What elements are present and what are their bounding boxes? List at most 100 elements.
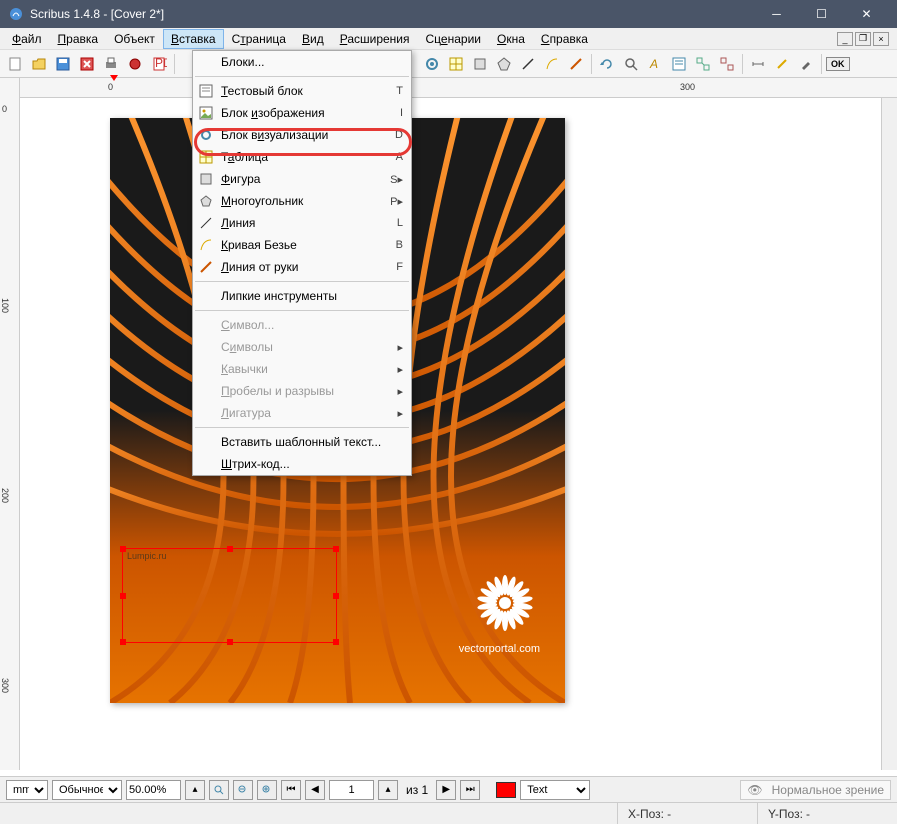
print-icon[interactable]: [100, 53, 122, 75]
horizontal-ruler[interactable]: 0 100 300: [20, 78, 897, 98]
vertical-ruler[interactable]: 0 100 200 300: [0, 78, 20, 770]
menu-object[interactable]: Объект: [106, 29, 163, 49]
menu-item-text-block[interactable]: Тестовый блокT: [193, 80, 411, 102]
table-icon: [197, 148, 215, 166]
image-block-icon: [197, 104, 215, 122]
zoom-in-icon[interactable]: [257, 780, 277, 800]
save-icon[interactable]: [52, 53, 74, 75]
menu-page[interactable]: Страница: [224, 29, 294, 49]
vision-mode-label: Нормальное зрение: [772, 783, 884, 797]
menu-item-freehand[interactable]: Линия от рукиF: [193, 256, 411, 278]
zoom-out-icon[interactable]: [233, 780, 253, 800]
svg-text:A: A: [649, 57, 658, 71]
menu-item-blocks[interactable]: Блоки...: [193, 51, 411, 73]
layer-selector[interactable]: Text: [520, 780, 590, 800]
zoom-icon[interactable]: [620, 53, 642, 75]
menu-file[interactable]: Файл: [4, 29, 50, 49]
menu-view[interactable]: Вид: [294, 29, 332, 49]
status-toolbar: mm Обычное ▴ ⏮ ◀ ▴ из 1 ▶ ⏭ Text 👁 Норма…: [0, 776, 897, 802]
menu-item-render-block[interactable]: Блок визуализацииD: [193, 124, 411, 146]
menu-item-table[interactable]: ТаблицаA: [193, 146, 411, 168]
menu-item-symbols: Символы▸: [193, 336, 411, 358]
close-doc-icon[interactable]: [76, 53, 98, 75]
workspace: 0 100 200 300 0 100 300: [0, 78, 897, 770]
menu-windows[interactable]: Окна: [489, 29, 533, 49]
menu-item-image-block[interactable]: Блок изображенияI: [193, 102, 411, 124]
zoom-to-1-icon[interactable]: [209, 780, 229, 800]
unit-selector[interactable]: mm: [6, 780, 48, 800]
bezier-icon: [197, 236, 215, 254]
menu-scripts[interactable]: Сценарии: [418, 29, 489, 49]
new-doc-icon[interactable]: [4, 53, 26, 75]
menu-help[interactable]: Справка: [533, 29, 596, 49]
menu-edit[interactable]: Правка: [50, 29, 107, 49]
open-icon[interactable]: [28, 53, 50, 75]
menu-item-bezier[interactable]: Кривая БезьеB: [193, 234, 411, 256]
style-selector[interactable]: Обычное: [52, 780, 122, 800]
menu-item-quotes: Кавычки▸: [193, 358, 411, 380]
frame-content-label: Lumpic.ru: [127, 551, 167, 561]
story-editor-icon[interactable]: [668, 53, 690, 75]
gear-icon[interactable]: [421, 53, 443, 75]
zoom-spin-icon[interactable]: ▴: [185, 780, 205, 800]
pencil-icon: [197, 258, 215, 276]
line-icon: [197, 214, 215, 232]
menu-item-polygon[interactable]: МногоугольникP▸: [193, 190, 411, 212]
close-button[interactable]: ✕: [844, 0, 889, 28]
table-icon[interactable]: [445, 53, 467, 75]
eyedropper-icon[interactable]: [795, 53, 817, 75]
menu-item-insert-template-text[interactable]: Вставить шаблонный текст...: [193, 431, 411, 453]
unlink-frames-icon[interactable]: [716, 53, 738, 75]
polygon-icon[interactable]: [493, 53, 515, 75]
edit-text-icon[interactable]: A: [644, 53, 666, 75]
main-toolbar: PDF A OK: [0, 50, 897, 78]
position-statusbar: X-Поз: - Y-Поз: -: [0, 802, 897, 824]
line-tool-icon[interactable]: [517, 53, 539, 75]
shape-icon: [197, 170, 215, 188]
window-title: Scribus 1.4.8 - [Cover 2*]: [30, 7, 754, 21]
menubar: Файл Правка Объект Вставка Страница Вид …: [0, 28, 897, 50]
mdi-close[interactable]: ×: [873, 32, 889, 46]
menu-insert[interactable]: Вставка: [163, 29, 224, 49]
vertical-scrollbar[interactable]: [881, 98, 897, 770]
text-block-icon: [197, 82, 215, 100]
menu-item-line[interactable]: ЛинияL: [193, 212, 411, 234]
menu-item-figure[interactable]: ФигураS▸: [193, 168, 411, 190]
page-spin-icon[interactable]: ▴: [378, 780, 398, 800]
vision-mode-icon[interactable]: 👁: [747, 783, 762, 797]
shape-icon[interactable]: [469, 53, 491, 75]
menu-item-barcode[interactable]: Штрих-код...: [193, 453, 411, 475]
pdf-icon[interactable]: PDF: [148, 53, 170, 75]
menu-extensions[interactable]: Расширения: [332, 29, 418, 49]
pdf-ok-button[interactable]: OK: [826, 57, 850, 71]
menu-item-symbol: Символ...: [193, 314, 411, 336]
last-page-icon[interactable]: ⏭: [460, 780, 480, 800]
maximize-button[interactable]: ☐: [799, 0, 844, 28]
copy-props-icon[interactable]: [771, 53, 793, 75]
measure-icon[interactable]: [747, 53, 769, 75]
mdi-restore[interactable]: ❐: [855, 32, 871, 46]
mdi-minimize[interactable]: _: [837, 32, 853, 46]
titlebar: Scribus 1.4.8 - [Cover 2*] ─ ☐ ✕: [0, 0, 897, 28]
sunflower-logo-icon: [475, 573, 535, 633]
selected-text-frame[interactable]: Lumpic.ru: [122, 548, 337, 643]
prev-page-icon[interactable]: ◀: [305, 780, 325, 800]
preflight-icon[interactable]: [124, 53, 146, 75]
canvas[interactable]: Lumpic.ru: [20, 98, 897, 770]
menu-item-sticky-tools[interactable]: Липкие инструменты: [193, 285, 411, 307]
zoom-input[interactable]: [126, 780, 181, 800]
first-page-icon[interactable]: ⏮: [281, 780, 301, 800]
page-number-input[interactable]: [329, 780, 374, 800]
page-of-label: из 1: [402, 783, 432, 797]
minimize-button[interactable]: ─: [754, 0, 799, 28]
layer-color-swatch[interactable]: [496, 782, 516, 798]
gear-icon: [197, 126, 215, 144]
bezier-tool-icon[interactable]: [541, 53, 563, 75]
app-icon: [8, 6, 24, 22]
menu-item-spaces: Пробелы и разрывы▸: [193, 380, 411, 402]
link-frames-icon[interactable]: [692, 53, 714, 75]
freehand-tool-icon[interactable]: [565, 53, 587, 75]
next-page-icon[interactable]: ▶: [436, 780, 456, 800]
polygon-icon: [197, 192, 215, 210]
rotate-icon[interactable]: [596, 53, 618, 75]
